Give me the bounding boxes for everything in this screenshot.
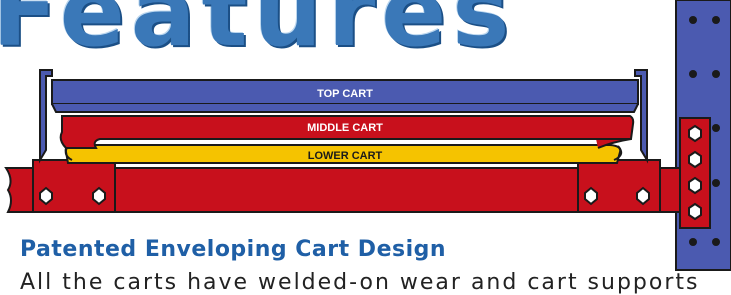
- middle-cart-label: MIDDLE CART: [307, 122, 383, 134]
- beam-connector: [679, 117, 711, 229]
- left-bracket: [32, 159, 116, 213]
- lower-cart-label: LOWER CART: [308, 150, 383, 162]
- top-cart-label: TOP CART: [317, 88, 373, 100]
- section-body-text: All the carts have welded-on wear and ca…: [20, 270, 700, 295]
- right-bracket: [577, 159, 661, 213]
- section-heading: Patented Enveloping Cart Design: [20, 237, 447, 262]
